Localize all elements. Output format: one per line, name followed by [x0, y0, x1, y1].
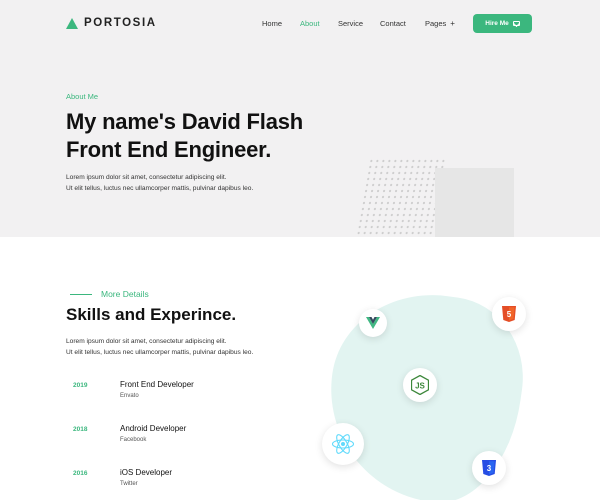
svg-text:5: 5 — [507, 310, 512, 319]
nav-item-pages-label: Pages — [425, 19, 447, 28]
page: PORTOSIA Home About Service Contact Page… — [0, 0, 600, 500]
svg-text:3: 3 — [487, 464, 492, 473]
svg-text:JS: JS — [415, 382, 425, 391]
hero-description: Lorem ipsum dolor sit amet, consectetur … — [66, 172, 253, 194]
nav-item-about[interactable]: About — [300, 19, 320, 28]
skills-description: Lorem ipsum dolor sit amet, consectetur … — [66, 336, 253, 358]
experience-company: Envato — [120, 393, 139, 399]
about-eyebrow: About Me — [66, 92, 99, 101]
skills-title: Skills and Experince. — [66, 305, 237, 324]
hero-section: PORTOSIA Home About Service Contact Page… — [0, 0, 600, 237]
css3-icon: 3 — [472, 451, 506, 485]
plus-icon: + — [450, 19, 455, 28]
hero-text-line2: Ut elit tellus, luctus nec ullamcorper m… — [66, 185, 254, 192]
experience-year: 2016 — [73, 470, 88, 477]
nav-item-home[interactable]: Home — [262, 19, 282, 28]
more-details-eyebrow: More Details — [101, 289, 149, 299]
experience-title: Front End Developer — [120, 380, 194, 389]
experience-company: Facebook — [120, 437, 147, 443]
hero-title-line2: Front End Engineer. — [66, 137, 272, 162]
experience-company: Twitter — [120, 481, 138, 487]
skills-text-line1: Lorem ipsum dolor sit amet, consectetur … — [66, 338, 227, 345]
experience-year: 2019 — [73, 382, 88, 389]
hero-title-line1: My name's David Flash — [66, 109, 304, 134]
react-icon — [322, 423, 364, 465]
vue-icon — [359, 309, 387, 337]
nav-item-service[interactable]: Service — [338, 19, 363, 28]
experience-title: Android Developer — [120, 424, 187, 433]
experience-title: iOS Developer — [120, 468, 173, 477]
hire-me-label: Hire Me — [485, 20, 509, 27]
hero-image-placeholder — [435, 168, 514, 237]
nav-item-contact[interactable]: Contact — [380, 19, 406, 28]
eyebrow-line — [70, 294, 92, 295]
experience-year: 2018 — [73, 426, 88, 433]
dot-pattern-decoration — [355, 158, 447, 236]
html5-icon: 5 — [492, 297, 526, 331]
skills-text-line2: Ut elit tellus, luctus nec ullamcorper m… — [66, 349, 254, 356]
hero-text-line1: Lorem ipsum dolor sit amet, consectetur … — [66, 174, 227, 181]
nav-item-pages[interactable]: Pages + — [425, 19, 455, 28]
hire-me-button[interactable]: Hire Me — [473, 14, 532, 33]
mail-icon — [512, 21, 520, 26]
nodejs-icon: JS — [403, 368, 437, 402]
hero-title: My name's David Flash Front End Engineer… — [66, 108, 303, 164]
